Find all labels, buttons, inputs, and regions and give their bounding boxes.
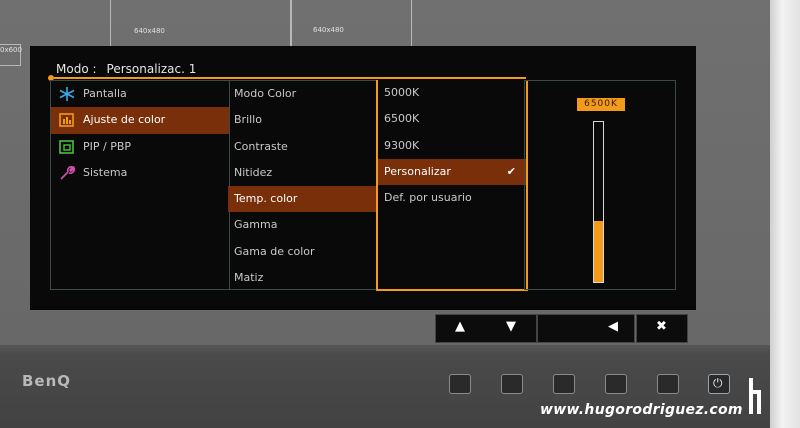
submenu-item-contraste[interactable]: Contraste <box>228 134 376 160</box>
hardware-button-1[interactable] <box>449 374 471 394</box>
submenu-item-modo-color[interactable]: Modo Color <box>228 81 376 107</box>
hardware-button-2[interactable] <box>501 374 523 394</box>
watermark-logo-icon <box>749 378 761 414</box>
resolution-label: 640x480 <box>134 27 165 35</box>
preview-column: 6500K <box>524 80 676 290</box>
option-personalizar[interactable]: Personalizar ✔ <box>378 158 526 186</box>
pip-icon <box>59 139 74 154</box>
osd-mode-title: Modo : Personalizac. 1 <box>56 62 196 76</box>
submenu-column: Modo Color Brillo Contraste Nitidez Temp… <box>228 80 377 290</box>
snowflake-icon <box>59 87 75 101</box>
option-5000k[interactable]: 5000K <box>378 80 526 106</box>
test-pattern-box <box>290 0 412 49</box>
submenu-item-brillo[interactable]: Brillo <box>228 107 376 133</box>
mode-label: Modo : <box>56 62 97 76</box>
wrench-icon <box>60 165 75 180</box>
category-label: Pantalla <box>83 87 127 100</box>
category-column: Pantalla Ajuste de color PIP / PBP Siste… <box>50 80 230 290</box>
level-bar-fill <box>594 221 603 282</box>
option-6500k[interactable]: 6500K <box>378 106 526 132</box>
option-9300k[interactable]: 9300K <box>378 133 526 159</box>
option-def-por-usuario[interactable]: Def. por usuario <box>378 185 526 211</box>
category-label: Sistema <box>83 165 128 179</box>
osd-menu: Modo : Personalizac. 1 Pantalla Ajuste de… <box>30 46 696 310</box>
resolution-label: 0x600 <box>0 46 22 54</box>
test-pattern-box <box>110 0 292 49</box>
category-item-sistema[interactable]: Sistema <box>51 160 229 186</box>
brand-logo: BenQ <box>22 372 72 390</box>
monitor-bezel-right <box>770 0 800 428</box>
watermark-text: www.hugorodriguez.com <box>540 402 743 418</box>
hardware-button-5[interactable] <box>657 374 679 394</box>
submenu-item-gamma[interactable]: Gamma <box>228 212 376 238</box>
submenu-item-gama-de-color[interactable]: Gama de color <box>228 239 376 265</box>
level-bar <box>593 121 604 283</box>
down-arrow-icon[interactable]: ▼ <box>506 319 516 334</box>
category-label: PIP / PBP <box>83 139 132 153</box>
power-button[interactable]: ⏻ <box>708 374 730 394</box>
options-column: 5000K 6500K 9300K Personalizar ✔ Def. po… <box>376 80 528 291</box>
power-icon: ⏻ <box>713 376 723 390</box>
key-guide-exit: ✖ <box>636 314 688 343</box>
osd-highlight-line <box>54 77 526 79</box>
submenu-item-matiz[interactable]: Matiz <box>228 265 376 291</box>
category-item-pantalla[interactable]: Pantalla <box>51 81 229 107</box>
submenu-item-temp-color[interactable]: Temp. color <box>228 186 376 213</box>
color-adjust-icon <box>59 113 74 128</box>
mode-value: Personalizac. 1 <box>106 62 197 76</box>
category-label: Ajuste de color <box>83 113 166 127</box>
close-icon[interactable]: ✖ <box>656 319 667 334</box>
submenu-item-nitidez[interactable]: Nitidez <box>228 160 376 186</box>
category-item-ajuste-de-color[interactable]: Ajuste de color <box>51 107 229 134</box>
check-icon: ✔ <box>506 164 516 178</box>
option-label: Personalizar <box>384 164 451 178</box>
up-arrow-icon[interactable]: ▲ <box>455 319 465 334</box>
hardware-button-3[interactable] <box>553 374 575 394</box>
preview-value-label: 6500K <box>577 98 625 111</box>
resolution-label: 640x480 <box>313 26 344 34</box>
back-arrow-icon[interactable]: ◀ <box>608 319 618 334</box>
key-guide-back: ◀ <box>537 314 635 343</box>
category-item-pip-pbp[interactable]: PIP / PBP <box>51 134 229 160</box>
key-guide-updown: ▲ ▼ <box>435 314 537 343</box>
hardware-button-4[interactable] <box>605 374 627 394</box>
